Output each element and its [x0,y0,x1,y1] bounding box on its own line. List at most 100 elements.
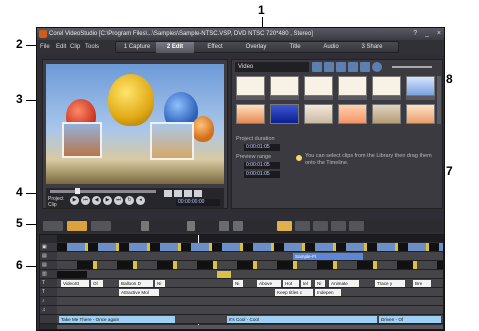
voice-clip[interactable]: Sample-FI [293,253,363,260]
library-thumb-9[interactable] [304,104,333,124]
library-category-select[interactable]: Video [235,62,309,72]
library-thumb-11[interactable] [372,104,401,124]
music-clip[interactable]: Driven - Of [379,316,441,323]
window-controls[interactable]: ? _ × [413,28,444,40]
library-scrollbar[interactable] [437,76,441,124]
title-clip[interactable]: VideoSt [61,280,89,287]
menu-tools[interactable]: Tools [85,42,99,52]
mark-out-button[interactable] [174,190,182,197]
title-track-header[interactable]: T [40,279,57,288]
view-icon[interactable] [348,62,358,72]
overlay-track-2[interactable] [57,261,443,270]
menu-edit[interactable]: Edit [56,42,66,52]
music-track[interactable] [57,306,443,315]
next-frame-icon[interactable]: ▶ [103,196,112,205]
library-thumb-3[interactable] [304,76,333,96]
title-clip[interactable]: Trace y [375,280,405,287]
chapter-point-icon[interactable] [313,221,328,231]
step-audio[interactable]: Audio [314,42,348,53]
previous-frame-icon[interactable]: ◀ [92,196,101,205]
title-clip[interactable]: Ol [91,280,103,287]
title-clip[interactable]: tel [301,280,311,287]
title-clip[interactable]: Balloon D [119,280,153,287]
overlay-track-2-header[interactable]: ▤ [40,261,57,270]
step-capture[interactable]: 1 Capture [118,42,156,53]
music-track-2[interactable]: Take Me There - Once again It's Cool - C… [57,315,443,324]
step-share[interactable]: 3 Share [352,42,392,53]
zoom-in-icon[interactable] [187,221,195,231]
title-clip[interactable]: Bre [413,280,431,287]
voice-track-header[interactable]: ♪ [40,297,57,306]
library-thumb-2[interactable] [270,76,299,96]
overlay-clip-2[interactable] [217,271,231,278]
end-icon[interactable]: ⏭ [114,196,123,205]
step-overlay[interactable]: Overlay [236,42,276,53]
undo-icon[interactable] [219,221,229,231]
title-clip[interactable]: Animate [329,280,359,287]
timeline-ruler[interactable] [57,235,443,242]
preview-range-start[interactable]: 0:00:01:05 [244,162,280,169]
library-thumb-4[interactable] [338,76,367,96]
import-icon[interactable] [324,62,334,72]
redo-icon[interactable] [233,221,243,231]
clip-mode-label[interactable]: Clip [48,202,57,208]
timeline-scrollbar[interactable] [57,325,443,329]
menu-file[interactable]: File [40,42,50,52]
library-thumb-7[interactable] [236,104,265,124]
title-clip[interactable]: Indepen [315,289,341,296]
volume-icon[interactable]: ◂ [136,196,145,205]
menu-clip[interactable]: Clip [70,42,80,52]
record-capture-icon[interactable] [331,221,346,231]
sort-icon[interactable] [336,62,346,72]
timeline-view-button[interactable] [67,221,87,231]
scrubber-track[interactable] [50,190,156,193]
music-clip[interactable]: It's Cool - Cool [227,316,377,323]
delete-icon[interactable] [372,62,382,72]
library-thumb-12[interactable] [406,104,435,124]
video-track-header[interactable]: ▣ [40,243,57,252]
repeat-icon[interactable]: ↻ [125,196,134,205]
title-track[interactable]: VideoSt Ol Balloon D Ni Ni Above Hot tel… [57,279,443,288]
music-clip[interactable]: Take Me There - Once again [59,316,175,323]
title-clip[interactable]: Above [257,280,281,287]
overlay-track-1-header[interactable]: ▤ [40,252,57,261]
home-icon[interactable]: ⏮ [81,196,90,205]
project-duration-field[interactable]: 0:00:01:05 [244,144,280,151]
track-manager-icon[interactable] [295,221,310,231]
audio-view-button[interactable] [91,221,111,231]
library-thumb-6[interactable] [406,76,435,96]
preview-range-end[interactable]: 0:00:01:05 [244,171,280,178]
options-icon[interactable] [360,62,370,72]
step-effect[interactable]: Effect [198,42,232,53]
library-thumb-1[interactable] [236,76,265,96]
library-thumb-10[interactable] [338,104,367,124]
title-clip[interactable]: Ni [315,280,325,287]
overlay-track-3[interactable] [57,270,443,279]
title-clip[interactable]: Hot [283,280,299,287]
thumbnail-size-slider[interactable] [392,66,432,68]
folder-icon[interactable] [312,62,322,72]
step-title[interactable]: Title [280,42,310,53]
zoom-out-icon[interactable] [141,221,149,231]
enlarge-preview-button[interactable] [194,190,202,197]
overlay-track-3-header[interactable]: ▥ [40,270,57,279]
music-track-header[interactable]: ♫ [40,306,57,315]
library-thumb-5[interactable] [372,76,401,96]
play-icon[interactable]: ▶ [70,196,79,205]
overlay-clip[interactable] [57,271,87,278]
library-thumb-8[interactable] [270,104,299,124]
title-clip[interactable]: Keep titles c [275,289,313,296]
title-clip[interactable]: Attractive Mol [119,289,159,296]
video-track[interactable] [57,243,443,252]
overlay-track-1[interactable]: Sample-FI [57,252,443,261]
split-clip-button[interactable] [184,190,192,197]
scrubber-handle[interactable] [75,188,80,194]
music-track-2-header[interactable] [40,315,57,324]
storyboard-view-button[interactable] [43,221,63,231]
title-clip[interactable]: Ni [233,280,243,287]
voice-track[interactable] [57,297,443,306]
timecode-display[interactable]: 00:00:00:00 [176,199,220,206]
title-track-2-header[interactable]: T [40,288,57,297]
step-edit[interactable]: 2 Edit [156,42,194,53]
title-track-2[interactable]: Attractive Mol Keep titles c Indepen [57,288,443,297]
